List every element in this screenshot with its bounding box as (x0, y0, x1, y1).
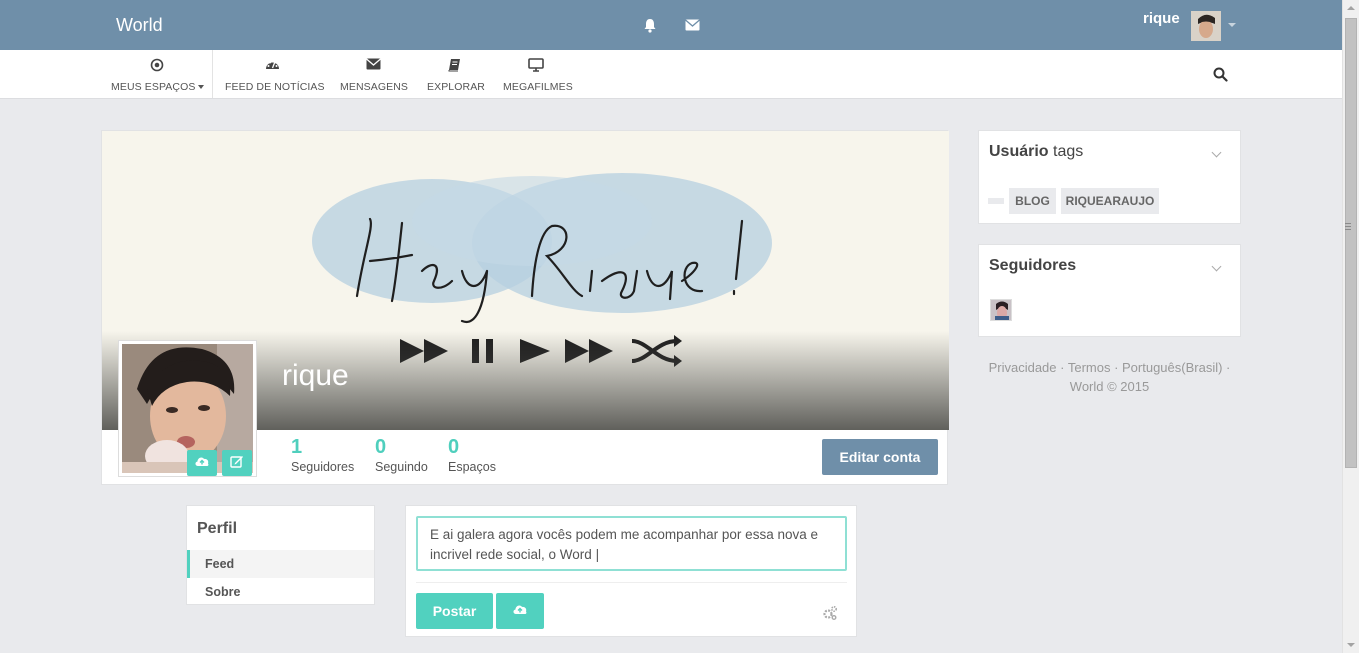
dashboard-icon (225, 58, 319, 72)
nav-label: FEED DE NOTÍCIAS (225, 81, 325, 93)
cloud-upload-icon (194, 454, 210, 472)
tag-item[interactable]: RIQUEARAUJO (1061, 188, 1159, 214)
stat-label: Seguidores (291, 460, 355, 474)
brand-logo[interactable]: World (116, 15, 163, 36)
profile-name: rique (282, 359, 349, 392)
post-textarea[interactable]: E ai galera agora vocês podem me acompan… (416, 516, 847, 571)
profile-card: rique 1 Seguidores 0 Seguindo 0 Espaços … (101, 130, 949, 485)
nav-label: MEGAFILMES (503, 81, 573, 93)
tags-title-rest: tags (1048, 143, 1084, 160)
nav-label: MEUS ESPAÇOS (111, 81, 196, 93)
edit-avatar-button[interactable] (222, 450, 252, 476)
perfil-menu-item-sobre[interactable]: Sobre (187, 578, 374, 606)
footer-links: Privacidade · Termos · Português(Brasil)… (978, 358, 1241, 396)
scroll-up-arrow-icon[interactable] (1347, 6, 1355, 10)
tags-title-bold: Usuário (989, 143, 1049, 160)
envelope-icon (340, 58, 406, 72)
stat-seguindo[interactable]: 0 Seguindo (375, 437, 428, 474)
upload-avatar-button[interactable] (187, 450, 217, 476)
post-composer: E ai galera agora vocês podem me acompan… (405, 505, 857, 637)
stat-label: Seguindo (375, 460, 428, 474)
perfil-menu-item-feed[interactable]: Feed (187, 550, 374, 578)
target-icon (111, 58, 203, 72)
edit-icon (230, 454, 244, 473)
nav-item-megafilmes[interactable]: MEGAFILMES (503, 50, 573, 99)
tags-card: Usuário tags BLOG RIQUEARAUJO (978, 130, 1241, 224)
nav-label: MENSAGENS (340, 81, 408, 93)
perfil-menu: Perfil Feed Sobre (186, 505, 375, 605)
followers-card: Seguidores (978, 244, 1241, 337)
upload-media-button[interactable] (496, 593, 544, 629)
main-nav: MEUS ESPAÇOS FEED DE NOTÍCIAS MENSAGENS … (0, 50, 1342, 99)
tag-item[interactable]: BLOG (1009, 188, 1056, 214)
nav-divider (212, 50, 213, 98)
tags-card-title: Usuário tags (989, 143, 1083, 161)
composer-divider (416, 582, 847, 583)
nav-item-mensagens[interactable]: MENSAGENS (340, 50, 408, 99)
footer-line-links[interactable]: Privacidade · Termos · Português(Brasil)… (978, 358, 1241, 377)
cloud-upload-icon (512, 602, 528, 620)
tag-placeholder (988, 198, 1004, 204)
book-icon (427, 58, 481, 72)
chevron-down-icon[interactable] (1228, 23, 1236, 27)
nav-item-feed[interactable]: FEED DE NOTÍCIAS (225, 50, 325, 99)
monitor-icon (503, 58, 569, 72)
settings-gears-icon[interactable] (822, 605, 838, 621)
stat-value: 0 (448, 436, 460, 458)
edit-account-button[interactable]: Editar conta (822, 439, 938, 475)
stat-value: 0 (375, 436, 387, 458)
caret-down-icon (198, 85, 205, 90)
stat-label: Espaços (448, 460, 496, 474)
footer-copyright: World © 2015 (1069, 379, 1150, 394)
scroll-thumb[interactable] (1345, 18, 1357, 468)
stat-seguidores[interactable]: 1 Seguidores (291, 437, 354, 474)
chevron-down-icon[interactable] (1211, 261, 1222, 272)
chevron-down-icon[interactable] (1211, 147, 1222, 158)
nav-item-meus-espacos[interactable]: MEUS ESPAÇOS (111, 50, 205, 99)
search-icon[interactable] (1213, 67, 1229, 83)
user-name[interactable]: rique (1143, 10, 1180, 27)
page-scrollbar[interactable] (1342, 0, 1359, 653)
stat-value: 1 (291, 436, 303, 458)
nav-label: EXPLORAR (427, 81, 485, 93)
follower-avatar[interactable] (990, 299, 1012, 321)
scroll-down-arrow-icon[interactable] (1347, 643, 1355, 647)
envelope-icon[interactable] (684, 17, 700, 33)
top-bar: World rique (0, 0, 1342, 50)
nav-item-explorar[interactable]: EXPLORAR (427, 50, 485, 99)
bell-icon[interactable] (642, 17, 658, 33)
followers-card-title: Seguidores (989, 257, 1077, 274)
stat-espacos[interactable]: 0 Espaços (448, 437, 496, 474)
perfil-menu-title: Perfil (197, 520, 238, 537)
post-button[interactable]: Postar (416, 593, 493, 629)
scroll-grip (1345, 223, 1351, 224)
avatar[interactable] (1191, 11, 1221, 41)
